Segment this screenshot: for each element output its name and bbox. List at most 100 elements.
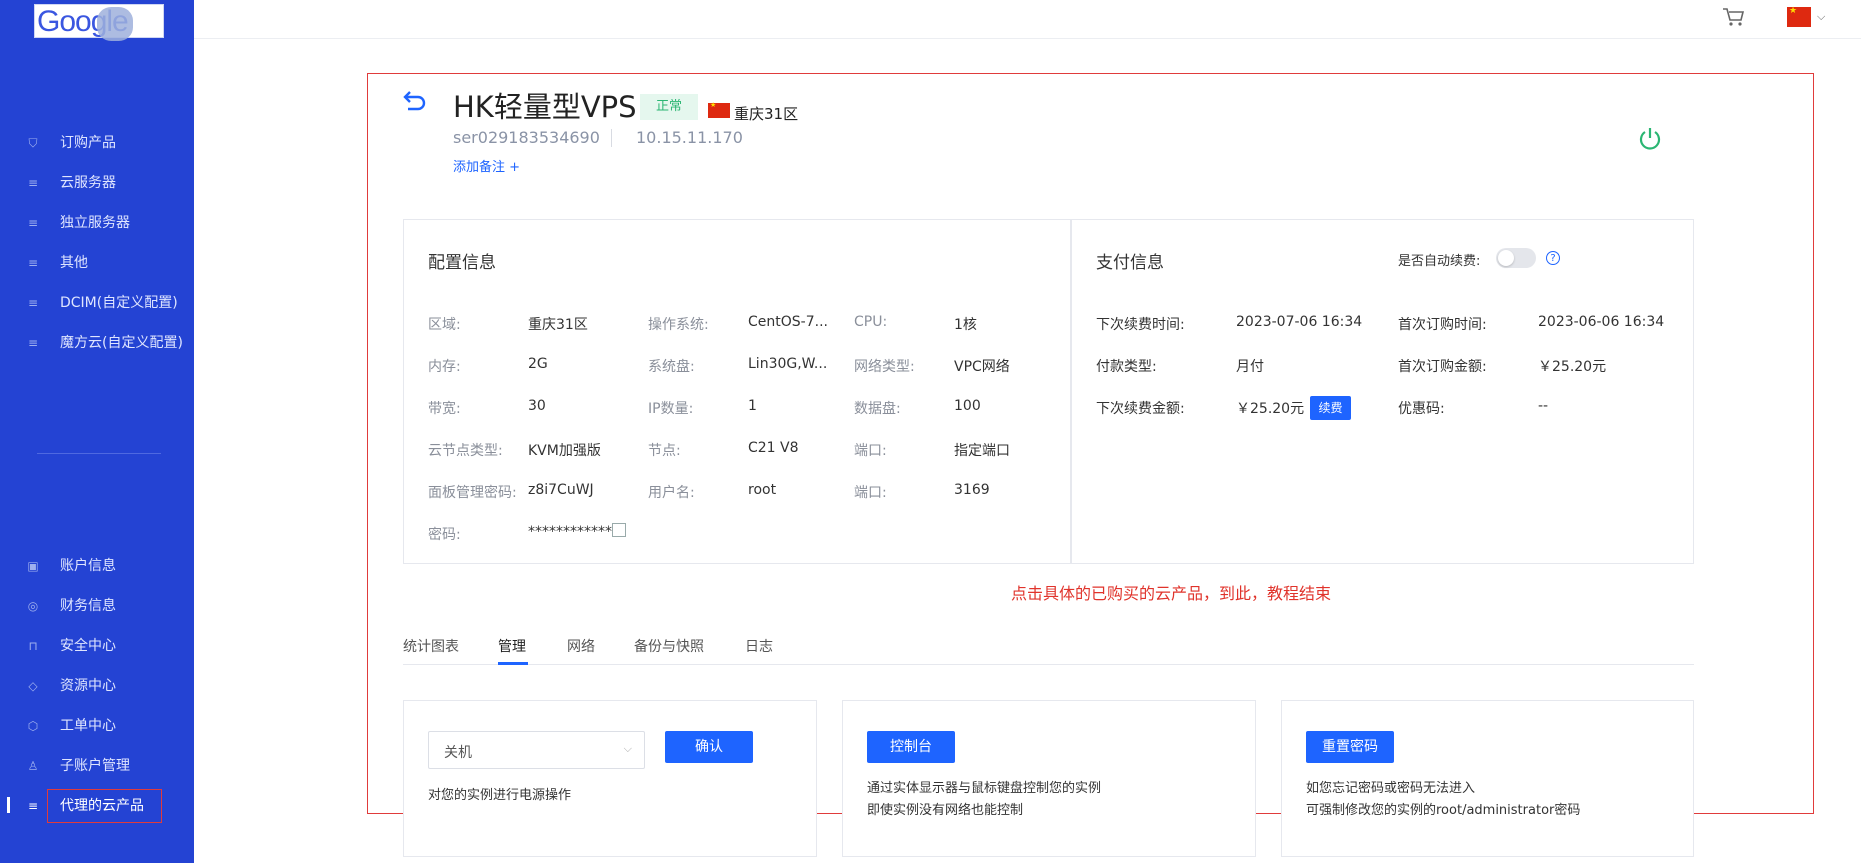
sidebar-item-label: 账户信息 xyxy=(60,558,116,574)
config-value: 重庆31区 xyxy=(528,317,588,333)
sidebar-item-label: 财务信息 xyxy=(60,598,116,614)
sidebar-item-resources[interactable]: ◇ 资源中心 xyxy=(0,671,194,701)
tab-stats[interactable]: 统计图表 xyxy=(403,636,459,656)
sidebar: Google ⛉ 订购产品 ≡ 云服务器 ≡ 独立服务器 ≡ 其他 ≡ DCIM… xyxy=(0,0,194,863)
chevron-down-icon[interactable]: ⌵ xyxy=(1817,10,1825,24)
sidebar-divider xyxy=(37,453,161,454)
sidebar-item-other[interactable]: ≡ 其他 xyxy=(0,248,194,278)
sidebar-item-dcim[interactable]: ≡ DCIM(自定义配置) xyxy=(0,288,194,318)
status-badge: 正常 xyxy=(640,94,698,120)
cart-icon[interactable] xyxy=(1722,6,1746,28)
sidebar-item-security[interactable]: ⊓ 安全中心 xyxy=(0,631,194,661)
auto-renew-label: 是否自动续费: xyxy=(1398,254,1481,269)
config-key: 带宽: xyxy=(428,401,461,417)
payment-value: -- xyxy=(1538,398,1549,414)
config-value: Lin30G,W... xyxy=(748,356,828,372)
config-key: 端口: xyxy=(854,485,887,501)
active-tab-indicator xyxy=(498,662,528,665)
sidebar-item-sub-accounts[interactable]: ♙ 子账户管理 xyxy=(0,751,194,781)
reset-desc: 可强制修改您的实例的root/administrator密码 xyxy=(1306,803,1581,818)
user-card-icon: ▣ xyxy=(27,559,39,573)
payment-value: 2023-07-06 16:34 xyxy=(1236,314,1363,330)
power-action-select[interactable]: 关机 ⌵ xyxy=(428,731,645,769)
config-key: CPU: xyxy=(854,314,888,330)
server-id: ser029183534690 xyxy=(453,128,600,147)
active-indicator xyxy=(7,797,10,813)
payment-title: 支付信息 xyxy=(1096,253,1164,273)
sidebar-item-label: 其他 xyxy=(60,255,88,271)
sidebar-item-label: 工单中心 xyxy=(60,718,116,734)
sidebar-item-order[interactable]: ⛉ 订购产品 xyxy=(0,128,194,158)
tab-logs[interactable]: 日志 xyxy=(745,636,773,656)
config-value: 30 xyxy=(528,398,546,414)
payment-panel xyxy=(1071,219,1694,564)
divider xyxy=(611,129,612,147)
tab-manage[interactable]: 管理 xyxy=(498,636,526,656)
select-value: 关机 xyxy=(444,745,472,761)
logo[interactable]: Google xyxy=(34,4,164,41)
payment-key: 下次续费时间: xyxy=(1096,317,1185,333)
config-key: 用户名: xyxy=(648,485,695,501)
tag-icon: ◇ xyxy=(28,679,38,693)
config-key: 网络类型: xyxy=(854,359,915,375)
config-key: 区域: xyxy=(428,317,461,333)
sidebar-item-dedicated-server[interactable]: ≡ 独立服务器 xyxy=(0,208,194,238)
box-icon: ⬡ xyxy=(27,719,39,733)
china-flag-icon xyxy=(708,101,730,118)
power-desc: 对您的实例进行电源操作 xyxy=(428,788,572,803)
sub-user-icon: ♙ xyxy=(27,759,39,773)
renew-button[interactable]: 续费 xyxy=(1310,396,1351,420)
auto-renew-toggle[interactable] xyxy=(1496,248,1536,268)
power-icon[interactable] xyxy=(1637,126,1663,152)
china-flag-icon[interactable] xyxy=(1787,6,1811,27)
reset-desc: 如您忘记密码或密码无法进入 xyxy=(1306,781,1476,796)
reset-password-button[interactable]: 重置密码 xyxy=(1306,731,1394,763)
console-button[interactable]: 控制台 xyxy=(867,731,955,763)
sidebar-item-account[interactable]: ▣ 账户信息 xyxy=(0,551,194,581)
sidebar-item-label: 资源中心 xyxy=(60,678,116,694)
lock-icon: ⊓ xyxy=(28,639,38,653)
config-value: 2G xyxy=(528,356,548,372)
database-icon: ≡ xyxy=(27,176,39,190)
sidebar-item-label: 子账户管理 xyxy=(60,758,130,774)
sidebar-item-label: 订购产品 xyxy=(60,135,116,151)
payment-value: ￥25.20元 xyxy=(1538,359,1607,375)
sidebar-item-tickets[interactable]: ⬡ 工单中心 xyxy=(0,711,194,741)
sidebar-item-label: DCIM(自定义配置) xyxy=(60,295,178,311)
show-password-icon[interactable] xyxy=(612,523,626,537)
config-key: 节点: xyxy=(648,443,681,459)
payment-key: 首次订购时间: xyxy=(1398,317,1487,333)
highlight-box xyxy=(47,789,162,823)
confirm-button[interactable]: 确认 xyxy=(665,731,753,763)
config-value: 100 xyxy=(954,398,981,414)
database-icon: ≡ xyxy=(27,216,39,230)
password-value: ************ xyxy=(528,524,612,540)
sidebar-item-cloud-server[interactable]: ≡ 云服务器 xyxy=(0,168,194,198)
annotation-text: 点击具体的已购买的云产品，到此，教程结束 xyxy=(1011,584,1332,603)
back-icon[interactable] xyxy=(402,88,426,114)
logo-blur xyxy=(97,7,133,41)
add-note-link[interactable]: 添加备注 + xyxy=(453,156,520,175)
config-key: 端口: xyxy=(854,443,887,459)
cart-icon: ⛉ xyxy=(28,136,38,150)
config-panel xyxy=(403,219,1071,564)
server-ip: 10.15.11.170 xyxy=(636,128,743,147)
config-value: 1 xyxy=(748,398,757,414)
sidebar-item-finance[interactable]: ◎ 财务信息 xyxy=(0,591,194,621)
config-key: IP数量: xyxy=(648,401,694,417)
top-bar xyxy=(194,0,1861,39)
sidebar-item-label: 云服务器 xyxy=(60,175,116,191)
console-desc: 通过实体显示器与鼠标键盘控制您的实例 xyxy=(867,781,1102,796)
tab-backup[interactable]: 备份与快照 xyxy=(634,636,704,656)
sidebar-item-label: 独立服务器 xyxy=(60,215,130,231)
config-value: C21 V8 xyxy=(748,440,799,456)
tab-network[interactable]: 网络 xyxy=(567,636,595,656)
sidebar-item-mofang-cloud[interactable]: ≡ 魔方云(自定义配置) xyxy=(0,328,194,358)
payment-key: 付款类型: xyxy=(1096,359,1157,375)
config-value: root xyxy=(748,482,777,498)
database-icon: ≡ xyxy=(27,296,39,310)
sidebar-item-label: 安全中心 xyxy=(60,638,116,654)
help-icon[interactable]: ? xyxy=(1546,251,1560,265)
config-value: 指定端口 xyxy=(954,443,1010,459)
page-title: HK轻量型VPS xyxy=(453,90,637,124)
